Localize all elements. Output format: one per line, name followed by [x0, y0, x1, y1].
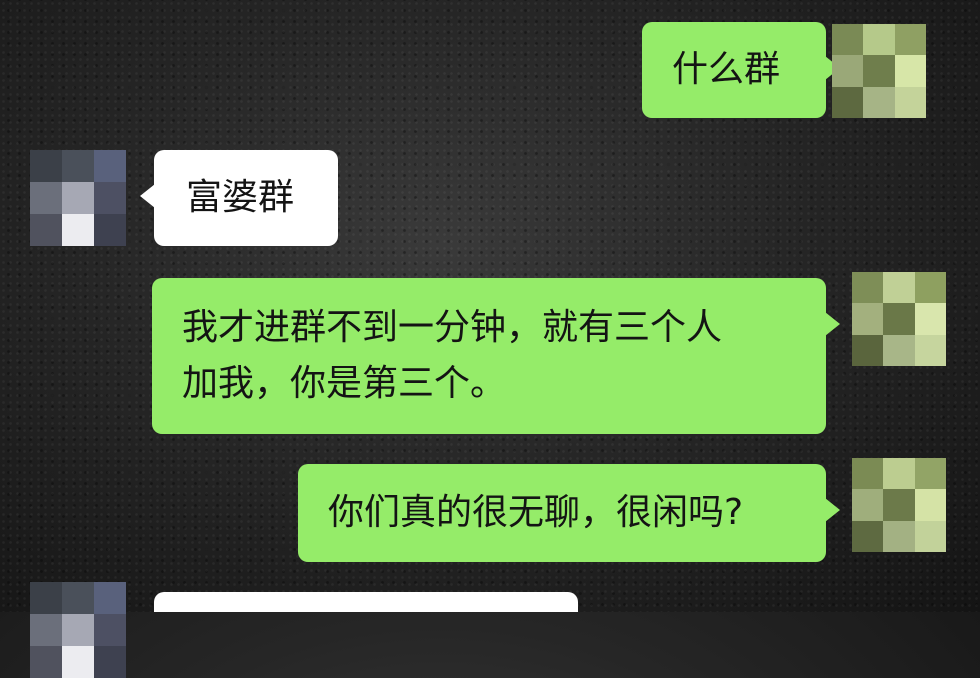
message-bubble-sent[interactable]: 你们真的很无聊，很闲吗?: [298, 464, 840, 562]
user-avatar[interactable]: [852, 458, 946, 552]
user-avatar[interactable]: [852, 272, 946, 366]
user-avatar[interactable]: [832, 24, 926, 118]
message-bubble-sent[interactable]: 什么群: [642, 22, 840, 118]
contact-avatar[interactable]: [30, 150, 126, 246]
message-bubble-sent[interactable]: 我才进群不到一分钟，就有三个人 加我，你是第三个。: [152, 278, 840, 434]
contact-avatar[interactable]: [30, 582, 126, 678]
message-bubble-received[interactable]: 富婆群: [140, 150, 338, 246]
message-bubble-received[interactable]: [154, 592, 578, 612]
